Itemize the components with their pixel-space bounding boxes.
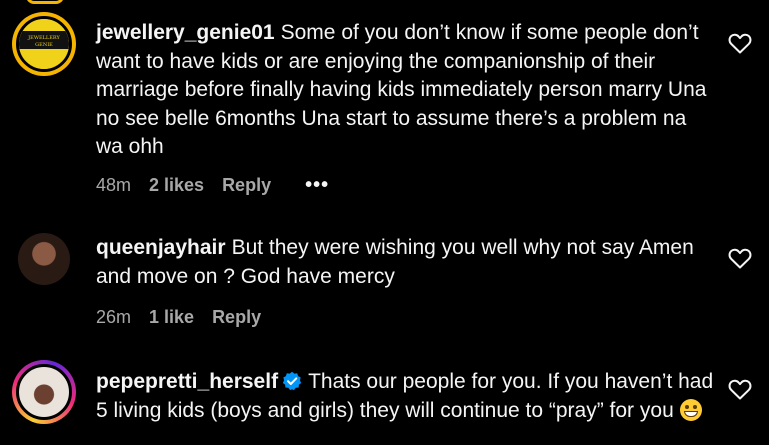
svg-text:GENIE: GENIE	[35, 42, 53, 48]
comment-username[interactable]: pepepretti_herself	[96, 370, 278, 393]
previous-avatar-edge	[0, 0, 769, 4]
comment-username[interactable]: queenjayhair	[96, 236, 226, 259]
comment-text: pepepretti_herself Thats our people for …	[96, 368, 716, 425]
avatar[interactable]: JEWELLERY GENIE	[12, 12, 76, 76]
svg-text:JEWELLERY: JEWELLERY	[27, 35, 60, 41]
avatar[interactable]	[12, 227, 76, 291]
heart-icon[interactable]	[728, 378, 752, 400]
comment-time: 48m	[96, 175, 132, 195]
comment-text: jewellery_genie01 Some of you don’t know …	[96, 19, 716, 162]
reply-button[interactable]: Reply	[212, 307, 261, 328]
comment-likes[interactable]: 2 likes	[149, 175, 204, 196]
verified-badge-icon	[282, 371, 302, 391]
grinning-emoji-icon	[679, 398, 702, 421]
more-options-icon[interactable]: •••	[305, 174, 329, 197]
comment-meta: 26m 1 like Reply	[96, 307, 279, 328]
heart-icon[interactable]	[728, 32, 752, 54]
avatar[interactable]	[12, 360, 76, 424]
comment-likes[interactable]: 1 like	[149, 307, 194, 328]
comment-meta: 48m 2 likes Reply •••	[96, 174, 347, 197]
reply-button[interactable]: Reply	[222, 175, 271, 196]
comment-username[interactable]: jewellery_genie01	[96, 21, 275, 44]
comment-text: queenjayhair But they were wishing you we…	[96, 234, 716, 291]
heart-icon[interactable]	[728, 247, 752, 269]
comment-time: 26m	[96, 307, 132, 327]
jewellery-logo-icon: JEWELLERY GENIE	[19, 19, 69, 69]
